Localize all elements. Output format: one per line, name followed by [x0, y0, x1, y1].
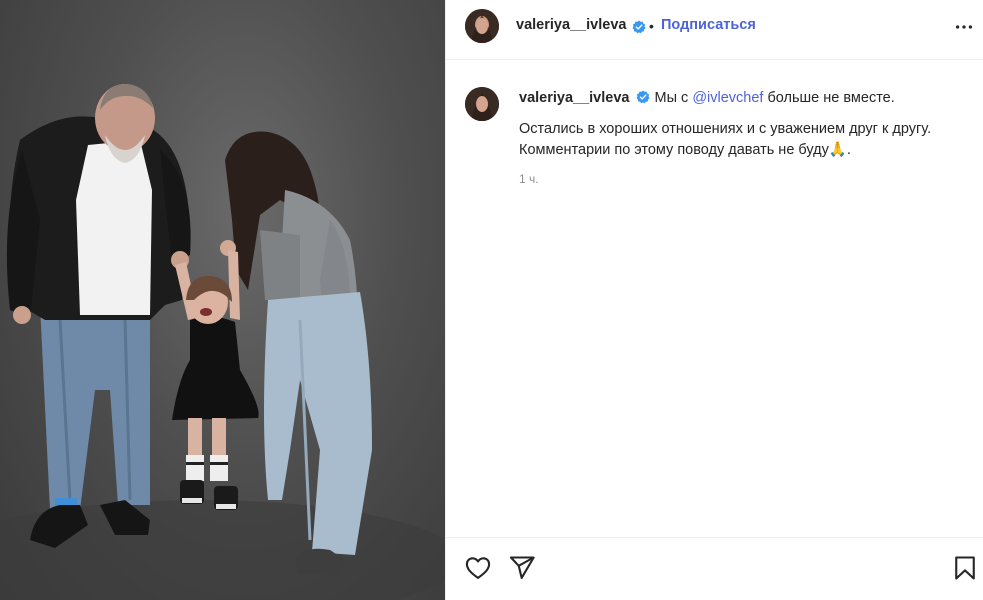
- paper-plane-icon[interactable]: [508, 554, 536, 582]
- mention-link[interactable]: @ivlevchef: [692, 90, 763, 106]
- separator-dot: •: [649, 18, 654, 34]
- verified-badge-icon: [636, 90, 651, 104]
- heart-icon[interactable]: [464, 554, 492, 582]
- more-options-icon[interactable]: [953, 16, 975, 38]
- caption-line: Комментарии по этому поводу давать не бу…: [519, 142, 851, 158]
- post-photo[interactable]: [0, 0, 445, 600]
- family-photo-illustration: [0, 84, 445, 600]
- caption-line: Остались в хороших отношениях и с уважен…: [519, 121, 932, 137]
- caption-text: valeriya__ivleva Мы с @ivlevchef больше …: [519, 88, 969, 190]
- post-dialog: valeriya__ivleva • Подписаться valeriya_…: [0, 0, 983, 600]
- action-bar: [446, 537, 983, 600]
- post-header: valeriya__ivleva • Подписаться: [446, 0, 983, 60]
- caption-intro: Мы с: [654, 90, 689, 106]
- follow-button[interactable]: Подписаться: [661, 17, 756, 33]
- caption-avatar[interactable]: [465, 87, 499, 121]
- verified-badge-icon: [632, 20, 646, 34]
- avatar-image: [465, 87, 499, 121]
- username[interactable]: valeriya__ivleva: [516, 17, 626, 33]
- caption-paragraph: Остались в хороших отношениях и с уважен…: [519, 119, 969, 161]
- avatar-image: [465, 9, 499, 43]
- caption-intro-tail: больше не вместе.: [767, 90, 895, 106]
- bookmark-icon[interactable]: [951, 554, 979, 582]
- avatar[interactable]: [465, 9, 499, 43]
- post-side-panel: valeriya__ivleva • Подписаться valeriya_…: [445, 0, 983, 600]
- post-timestamp[interactable]: 1 ч.: [519, 169, 969, 190]
- caption-username[interactable]: valeriya__ivleva: [519, 90, 629, 106]
